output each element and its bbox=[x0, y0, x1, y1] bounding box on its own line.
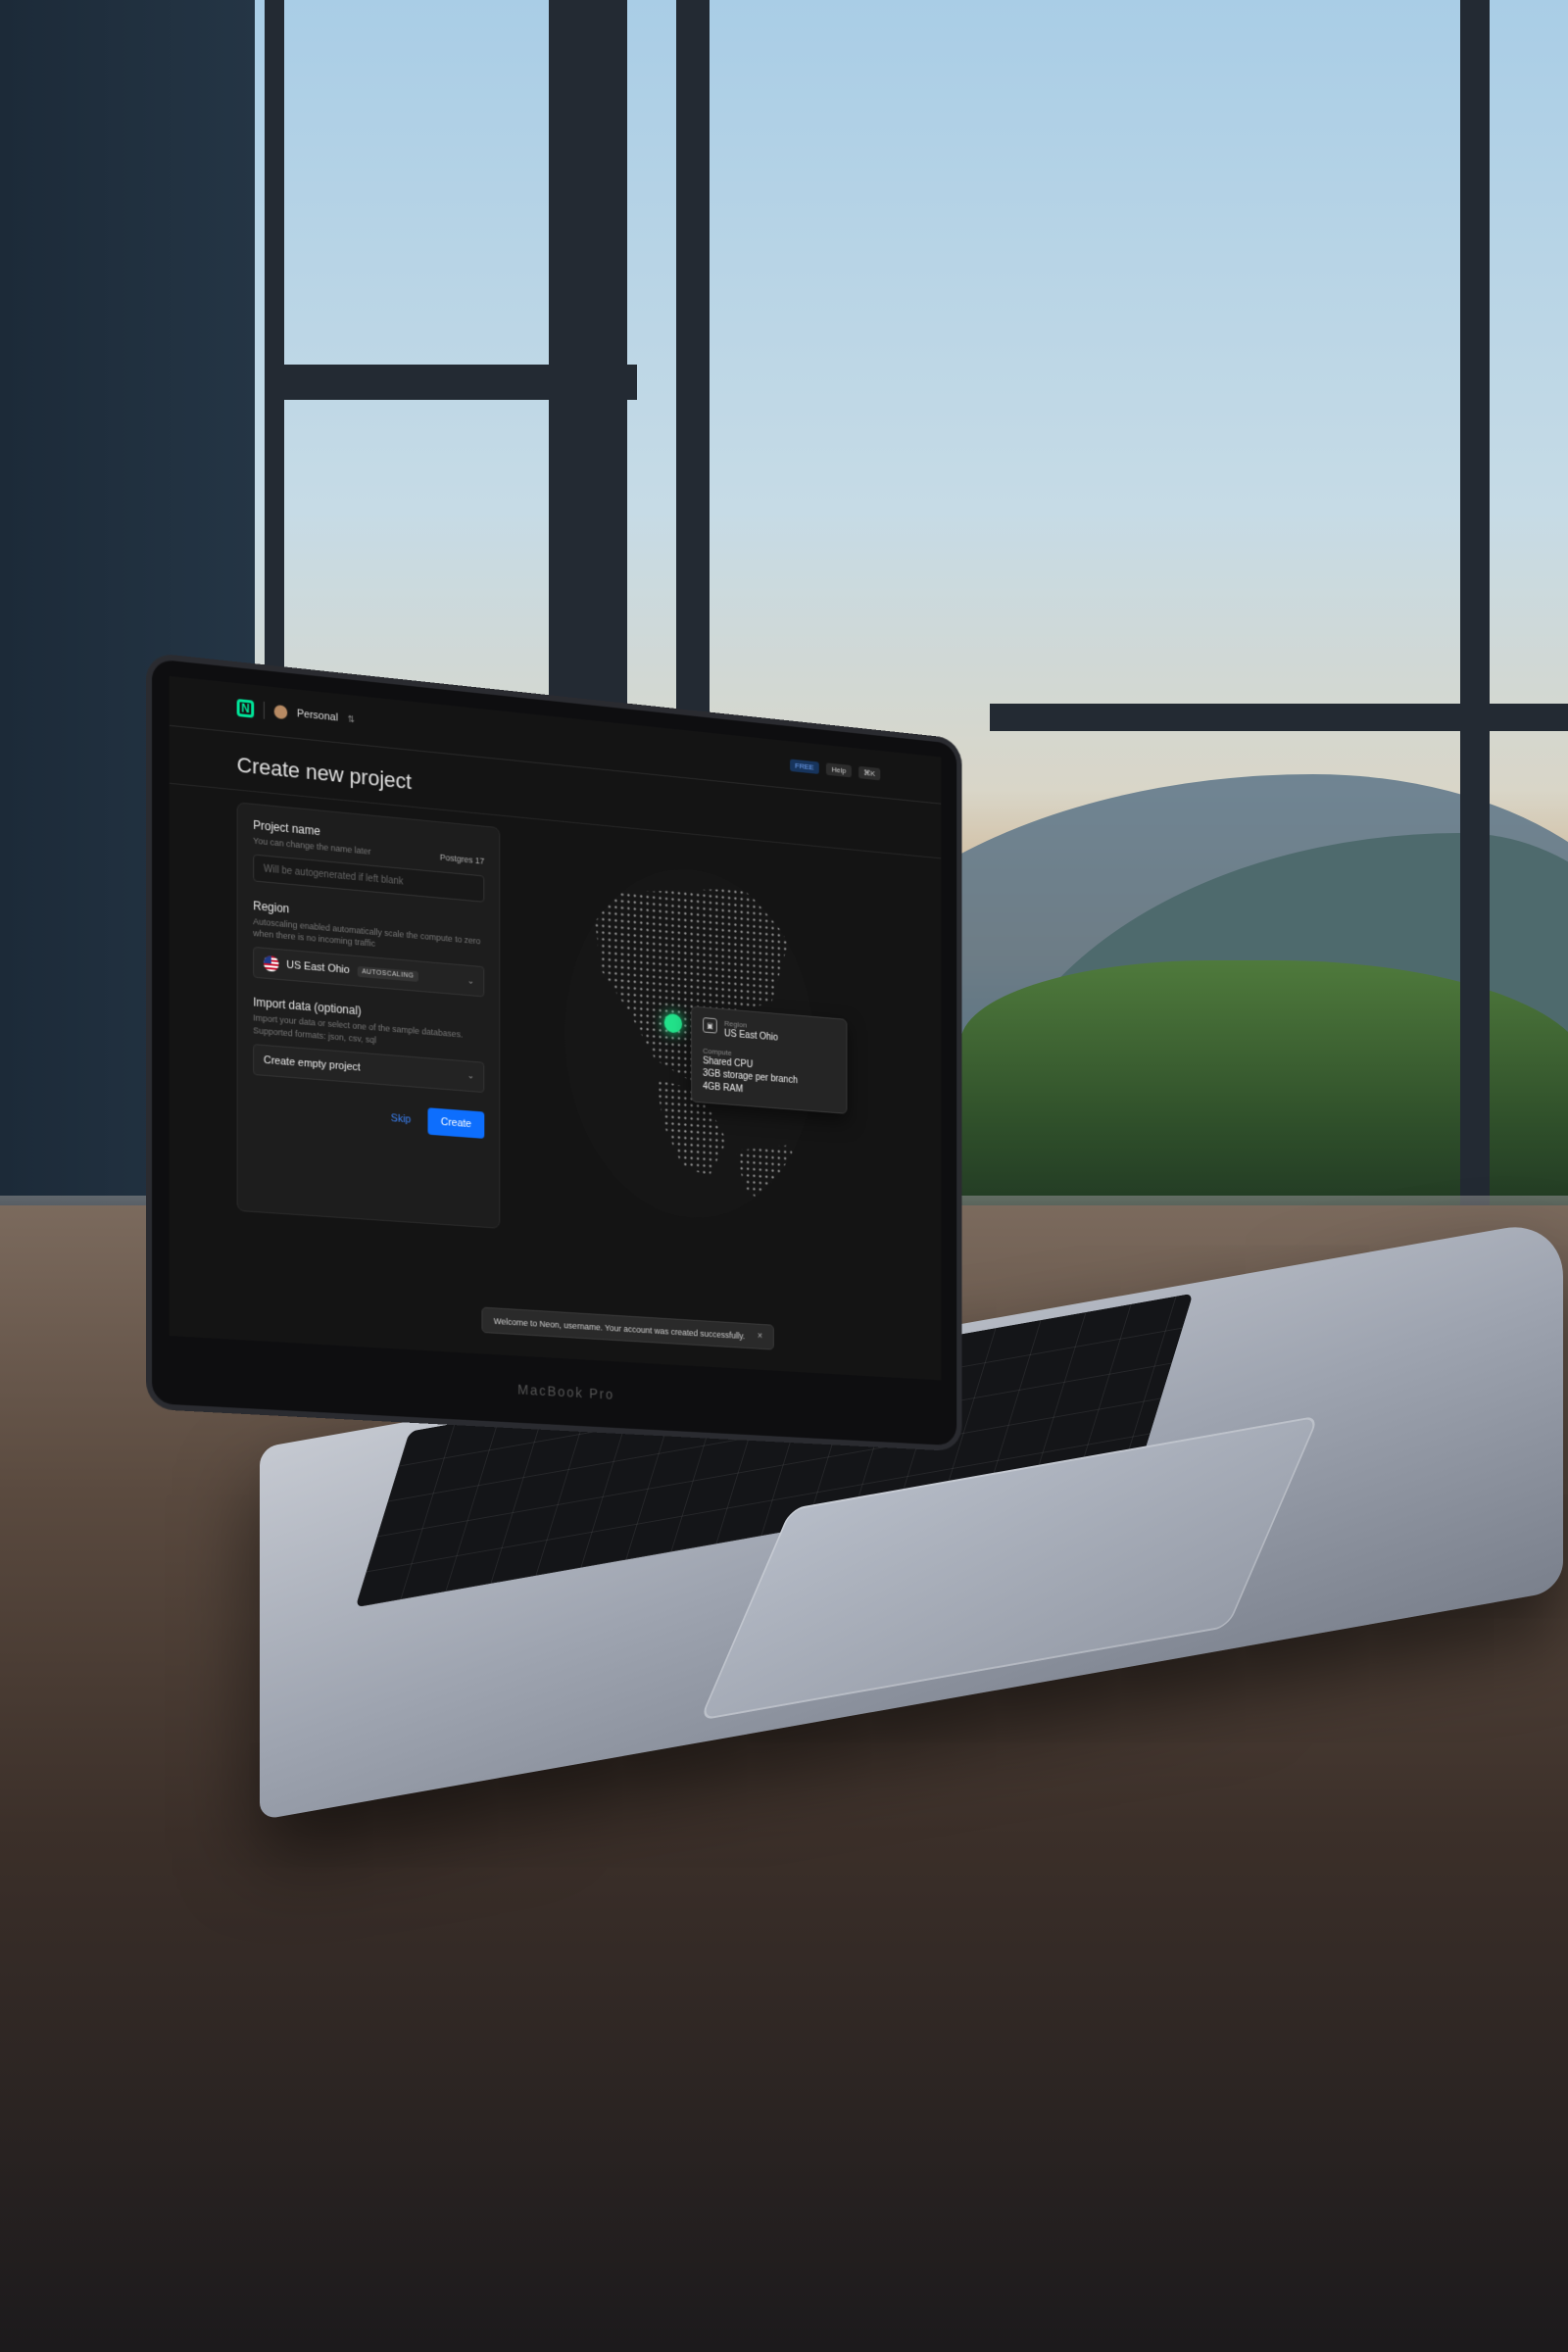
close-icon[interactable]: × bbox=[758, 1331, 762, 1342]
avatar[interactable] bbox=[273, 704, 288, 720]
create-project-form: Project name You can change the name lat… bbox=[236, 802, 501, 1229]
help-button[interactable]: Help bbox=[826, 761, 852, 777]
neon-logo-icon[interactable]: N bbox=[236, 698, 255, 718]
window-frame bbox=[990, 704, 1568, 731]
welcome-toast: Welcome to Neon, username. Your account … bbox=[481, 1306, 774, 1350]
chevron-down-icon: ⌄ bbox=[466, 1070, 474, 1081]
window-frame bbox=[1460, 0, 1490, 1274]
create-button[interactable]: Create bbox=[427, 1106, 485, 1139]
chip-icon: ▣ bbox=[703, 1017, 717, 1034]
laptop-screen: N Personal ⇅ FREE Help ⌘K Create new pro… bbox=[152, 659, 957, 1446]
form-actions: Skip Create bbox=[253, 1094, 485, 1139]
postgres-version-select[interactable]: Postgres 17 bbox=[440, 852, 484, 865]
region-value: US East Ohio bbox=[286, 959, 350, 977]
divider bbox=[263, 701, 265, 719]
window-frame bbox=[265, 365, 637, 400]
plan-badge[interactable]: FREE bbox=[789, 759, 819, 774]
command-shortcut[interactable]: ⌘K bbox=[858, 765, 881, 780]
app-window: N Personal ⇅ FREE Help ⌘K Create new pro… bbox=[169, 675, 942, 1381]
region-map: ▣ Region US East Ohio Compute Shared CPU… bbox=[537, 831, 848, 1250]
skip-button[interactable]: Skip bbox=[391, 1112, 411, 1125]
region-popover: ▣ Region US East Ohio Compute Shared CPU… bbox=[691, 1005, 848, 1114]
us-flag-icon bbox=[263, 956, 279, 973]
region-marker[interactable] bbox=[663, 1012, 683, 1034]
import-value: Create empty project bbox=[263, 1054, 361, 1074]
main-content: Project name You can change the name lat… bbox=[170, 784, 942, 1269]
workspace-switcher[interactable]: Personal bbox=[297, 708, 338, 723]
top-right-actions: FREE Help ⌘K bbox=[789, 759, 881, 780]
toast-message: Welcome to Neon, username. Your account … bbox=[493, 1315, 746, 1341]
chevron-down-icon: ⌄ bbox=[466, 975, 474, 986]
autoscaling-badge: AUTOSCALING bbox=[357, 965, 419, 982]
chevron-updown-icon[interactable]: ⇅ bbox=[348, 713, 355, 725]
